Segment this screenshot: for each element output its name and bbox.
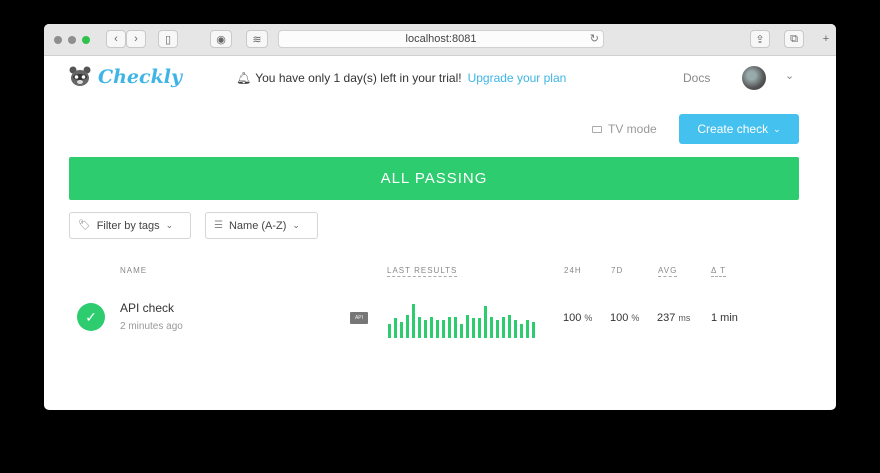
share-button[interactable]: ⇪	[750, 30, 770, 48]
reload-icon[interactable]: ↻	[590, 31, 599, 47]
tag-icon: 🏷︎	[78, 220, 91, 231]
browser-window: ‹ › ▯ ◉ ≋ localhost:8081 ↻ ⇪ ⧉ + Checkly	[44, 24, 836, 410]
forward-button[interactable]: ›	[126, 30, 146, 48]
metric-24h-value: 100	[563, 312, 582, 324]
result-bar[interactable]	[454, 317, 457, 338]
address-bar[interactable]: localhost:8081 ↻	[278, 30, 604, 48]
browser-titlebar: ‹ › ▯ ◉ ≋ localhost:8081 ↻ ⇪ ⧉ +	[44, 24, 836, 56]
sidebar-button[interactable]: ▯	[158, 30, 178, 48]
status-banner: ALL PASSING	[69, 157, 799, 200]
column-delta-t[interactable]: Δ T	[711, 266, 727, 277]
tabs-icon: ⧉	[790, 32, 798, 45]
column-last-results[interactable]: LAST RESULTS	[387, 266, 458, 277]
result-bar[interactable]	[490, 317, 493, 338]
result-bar[interactable]	[400, 322, 403, 338]
chevron-left-icon: ‹	[114, 33, 118, 45]
tv-icon	[592, 125, 602, 133]
result-bar[interactable]	[460, 324, 463, 338]
result-bar[interactable]	[388, 324, 391, 338]
plus-icon: +	[822, 33, 830, 45]
sort-icon: ☰	[214, 220, 223, 231]
metric-avg: 237 ms	[657, 312, 690, 324]
sort-dropdown[interactable]: ☰ Name (A-Z) ⌄	[205, 212, 318, 239]
result-bar[interactable]	[508, 315, 511, 338]
account-chevron-down-icon[interactable]: ⌄	[785, 69, 794, 82]
create-check-button[interactable]: Create check ⌄	[679, 114, 799, 144]
api-type-badge: API	[350, 312, 368, 324]
chevron-down-icon: ⌄	[292, 220, 300, 230]
result-bar[interactable]	[406, 315, 409, 338]
column-avg[interactable]: AVG	[658, 266, 678, 277]
filter-tags-label: Filter by tags	[96, 219, 160, 232]
result-bar[interactable]	[442, 320, 445, 338]
tabs-button[interactable]: ⧉	[784, 30, 804, 48]
trial-message: You have only 1 day(s) left in your tria…	[255, 71, 462, 85]
sidebar-icon: ▯	[164, 33, 172, 46]
result-bar[interactable]	[520, 324, 523, 338]
result-bar[interactable]	[526, 320, 529, 338]
avatar[interactable]	[742, 66, 766, 90]
chevron-right-icon: ›	[134, 33, 138, 45]
column-name: NAME	[120, 266, 148, 275]
trial-notice: 🔔︎ You have only 1 day(s) left in your t…	[236, 71, 566, 85]
result-bar[interactable]	[430, 317, 433, 338]
check-name[interactable]: API check	[120, 301, 174, 315]
passing-check-icon: ✓	[77, 303, 105, 331]
filter-tags-dropdown[interactable]: 🏷︎ Filter by tags ⌄	[69, 212, 191, 239]
result-bar[interactable]	[412, 304, 415, 338]
result-bar[interactable]	[466, 315, 469, 338]
result-bar[interactable]	[394, 318, 397, 338]
result-bar[interactable]	[418, 317, 421, 338]
tv-mode-button[interactable]: TV mode	[592, 122, 657, 136]
new-tab-button[interactable]: +	[818, 30, 834, 48]
layers-button[interactable]: ≋	[246, 30, 268, 48]
logo-text: Checkly	[98, 66, 183, 88]
share-icon: ⇪	[755, 33, 765, 46]
result-bar[interactable]	[478, 318, 481, 338]
result-bar[interactable]	[436, 320, 439, 338]
column-7d: 7D	[611, 266, 624, 275]
metric-avg-value: 237	[657, 312, 676, 324]
metric-delta-t: 1 min	[711, 312, 738, 324]
status-banner-text: ALL PASSING	[380, 170, 488, 187]
column-24h: 24H	[564, 266, 582, 275]
create-check-label: Create check	[697, 122, 769, 136]
metric-7d: 100 %	[610, 312, 639, 324]
result-bar[interactable]	[472, 318, 475, 338]
result-bar[interactable]	[502, 317, 505, 338]
extension-button[interactable]: ◉	[210, 30, 232, 48]
layers-icon: ≋	[252, 33, 262, 46]
docs-link[interactable]: Docs	[683, 71, 710, 85]
fullscreen-window-dot[interactable]	[82, 36, 90, 44]
check-time: 2 minutes ago	[120, 321, 183, 332]
close-window-dot[interactable]	[54, 36, 62, 44]
address-text: localhost:8081	[405, 33, 477, 45]
page-content: Checkly 🔔︎ You have only 1 day(s) left i…	[44, 56, 836, 410]
result-bar[interactable]	[484, 306, 487, 338]
record-icon: ◉	[216, 33, 226, 46]
minimize-window-dot[interactable]	[68, 36, 76, 44]
result-bar[interactable]	[532, 322, 535, 338]
metric-7d-value: 100	[610, 312, 629, 324]
result-bar[interactable]	[496, 320, 499, 338]
metric-7d-unit: %	[631, 313, 640, 323]
chevron-down-icon: ⌄	[773, 123, 781, 134]
sort-label: Name (A-Z)	[228, 219, 287, 232]
metric-avg-unit: ms	[678, 313, 691, 323]
raccoon-logo-icon	[69, 66, 91, 86]
result-bar[interactable]	[448, 317, 451, 338]
back-button[interactable]: ‹	[106, 30, 126, 48]
tv-mode-label: TV mode	[608, 122, 657, 136]
metric-24h-unit: %	[584, 313, 593, 323]
chevron-down-icon: ⌄	[165, 220, 174, 230]
logo[interactable]: Checkly	[68, 66, 182, 88]
result-bar[interactable]	[514, 320, 517, 338]
last-results-bars	[388, 302, 535, 338]
result-bar[interactable]	[424, 320, 427, 338]
bell-icon: 🔔︎	[236, 71, 252, 85]
metric-24h: 100 %	[563, 312, 592, 324]
upgrade-link[interactable]: Upgrade your plan	[468, 71, 567, 85]
